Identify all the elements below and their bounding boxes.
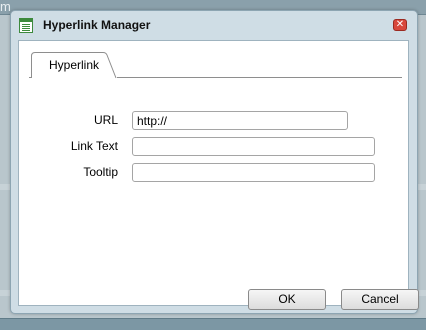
close-button[interactable]: ✕ bbox=[393, 19, 407, 31]
dialog-titlebar[interactable]: Hyperlink Manager ✕ bbox=[11, 11, 417, 39]
ok-button[interactable]: OK bbox=[248, 289, 326, 310]
cancel-button[interactable]: Cancel bbox=[341, 289, 419, 310]
tab-label: Hyperlink bbox=[48, 58, 99, 72]
close-icon: ✕ bbox=[395, 19, 405, 30]
hyperlink-manager-dialog: Hyperlink Manager ✕ Hyperlink URL Link T… bbox=[10, 10, 419, 314]
tooltip-label: Tooltip bbox=[83, 165, 118, 179]
dialog-title: Hyperlink Manager bbox=[43, 18, 151, 32]
link-text-input[interactable] bbox=[132, 137, 375, 156]
tooltip-input[interactable] bbox=[132, 163, 375, 182]
hyperlink-manager-icon bbox=[19, 18, 33, 33]
link-text-label: Link Text bbox=[70, 139, 118, 153]
url-input[interactable] bbox=[132, 111, 348, 130]
background-window-footer bbox=[0, 318, 426, 330]
dialog-content: Hyperlink URL Link Text Tooltip OK Cance… bbox=[18, 40, 419, 310]
tab-hyperlink[interactable]: Hyperlink bbox=[31, 52, 117, 79]
background-partial-text: m bbox=[0, 0, 11, 14]
url-label: URL bbox=[93, 113, 118, 127]
